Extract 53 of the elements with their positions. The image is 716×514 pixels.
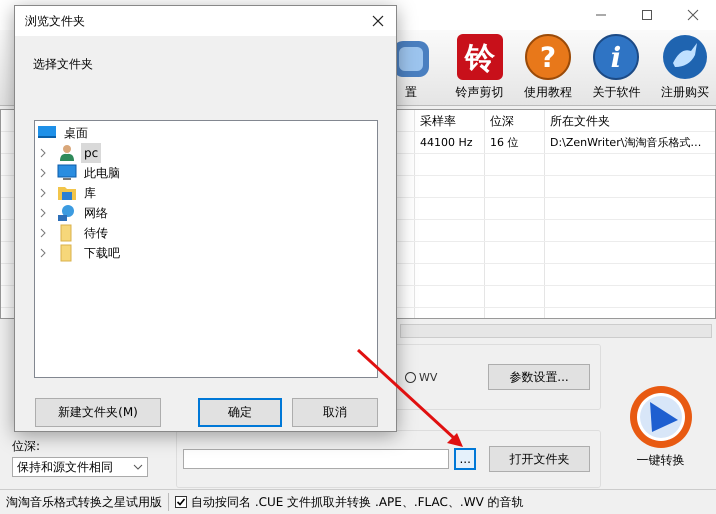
computer-icon xyxy=(57,163,77,183)
table-cell-text: D:\ZenWriter\淘淘音乐格式… xyxy=(549,135,702,151)
toolbar-button[interactable]: ? 使用教程 xyxy=(516,33,580,105)
tree-item[interactable]: 下载吧 xyxy=(81,243,123,263)
user-icon xyxy=(57,143,77,163)
tree-item[interactable]: 网络 xyxy=(81,203,111,223)
open-folder-button[interactable]: 打开文件夹 xyxy=(489,446,590,472)
help-icon: ? xyxy=(524,33,572,81)
output-path-field[interactable] xyxy=(183,449,450,469)
bit-depth-dropdown[interactable]: 保持和源文件相同 xyxy=(12,457,148,477)
tree-item[interactable]: pc xyxy=(81,143,102,163)
chevron-right-icon[interactable] xyxy=(39,188,47,198)
globe-deer-icon xyxy=(660,33,709,81)
bit-depth-label: 位深: xyxy=(12,438,42,455)
chevron-right-icon[interactable] xyxy=(39,208,47,218)
column-header[interactable]: 所在文件夹 xyxy=(544,110,715,132)
toolbar-button[interactable]: 铃 铃声剪切 xyxy=(448,33,511,105)
bell-character-icon: 铃 xyxy=(456,33,504,81)
dialog-title: 浏览文件夹 xyxy=(25,12,85,30)
tree-item[interactable]: 待传 xyxy=(81,223,111,243)
table-cell-text: 44100 Hz xyxy=(419,135,474,151)
cue-option-label: 自动按同名 .CUE 文件抓取并转换 .APE、.FLAC、.WV 的音轨 xyxy=(191,494,524,510)
dialog-button[interactable]: 确定 xyxy=(198,398,282,427)
column-header[interactable]: 位深 xyxy=(484,110,544,132)
tree-item[interactable]: 桌面 xyxy=(61,123,91,143)
horizontal-scrollbar[interactable] xyxy=(400,324,712,338)
tree-item[interactable]: 此电脑 xyxy=(81,163,123,183)
network-icon xyxy=(57,203,77,223)
chevron-right-icon[interactable] xyxy=(39,228,47,238)
dialog-button[interactable]: 取消 xyxy=(292,398,378,427)
close-icon[interactable] xyxy=(372,15,384,27)
dialog-prompt: 选择文件夹 xyxy=(33,57,93,71)
chevron-right-icon[interactable] xyxy=(39,148,47,158)
toolbar-button[interactable]: i 关于软件 xyxy=(585,33,648,105)
browse-button[interactable]: ... xyxy=(454,448,476,470)
play-icon xyxy=(628,384,694,450)
chevron-right-icon[interactable] xyxy=(39,248,47,258)
params-button[interactable]: 参数设置... xyxy=(488,364,590,390)
maximize-icon[interactable] xyxy=(641,9,653,21)
checkbox[interactable] xyxy=(175,496,187,508)
column-header[interactable]: 采样率 xyxy=(414,110,484,132)
close-icon[interactable] xyxy=(687,9,699,21)
radio-button-icon[interactable] xyxy=(405,372,416,382)
format-radio[interactable]: WV xyxy=(405,370,438,384)
chevron-right-icon[interactable] xyxy=(39,168,47,178)
app-status-text: 淘淘音乐格式转换之星试用版 xyxy=(6,494,162,510)
convert-button[interactable]: 一键转换 xyxy=(628,384,694,469)
info-icon: i xyxy=(592,33,640,81)
toolbar-button[interactable]: 注册购买 xyxy=(654,33,716,105)
table-cell-text: 16 位 xyxy=(489,135,520,151)
dialog-button[interactable]: 新建文件夹(M) xyxy=(35,398,161,427)
chevron-down-icon xyxy=(133,464,143,470)
tree-item[interactable]: 库 xyxy=(81,183,99,203)
